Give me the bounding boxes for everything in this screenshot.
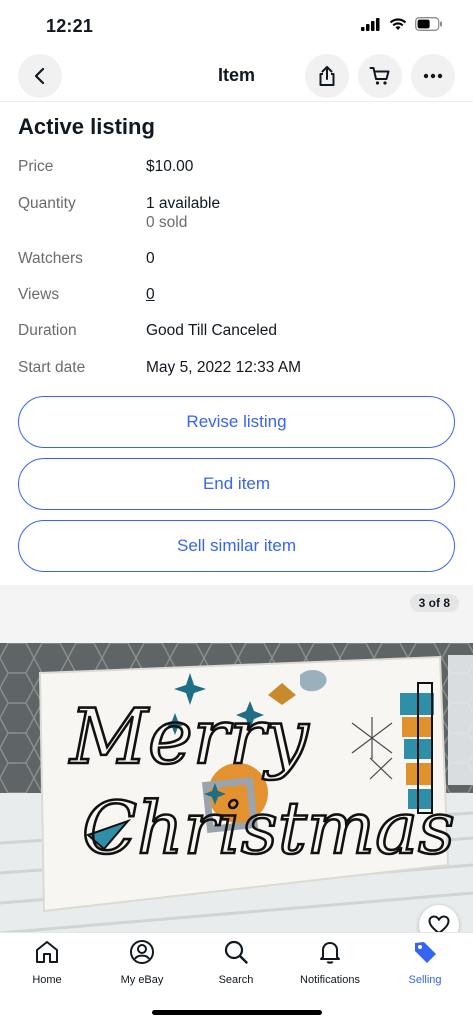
tab-search[interactable]: Search [189,939,283,986]
tab-selling-label: Selling [408,974,442,986]
image-counter: 3 of 8 [409,594,459,612]
home-indicator [152,1010,322,1015]
photo-text-merry: Merry [68,692,309,781]
status-time: 12:21 [46,16,94,36]
tab-bar: Home My eBay Search Notifications Sellin… [0,932,473,1024]
sell-similar-button[interactable]: Sell similar item [18,520,455,572]
tab-home-label: Home [32,974,62,986]
views-link[interactable]: 0 [146,286,155,304]
tab-my-ebay-label: My eBay [120,974,164,986]
search-icon [224,940,248,964]
price-label: Price [18,158,54,175]
quantity-label: Quantity [18,195,76,212]
duration-value: Good Till Canceled [146,322,277,339]
price-value: $10.00 [146,158,194,175]
end-item-button[interactable]: End item [18,458,455,510]
tab-home[interactable]: Home [0,939,94,986]
share-icon [319,66,335,86]
start-date-label: Start date [18,359,86,376]
more-button[interactable] [411,54,455,98]
duration-label: Duration [18,322,77,339]
item-photo[interactable]: Merry Christmas [0,643,473,933]
tab-selling[interactable]: Selling [378,939,472,986]
christmas-sign-illustration: Merry Christmas [0,643,473,933]
bell-icon [320,942,340,964]
more-dots-icon [423,73,443,79]
nav-bar: Item [0,50,473,102]
revise-listing-button[interactable]: Revise listing [18,396,455,448]
profile-icon [130,940,154,964]
share-button[interactable] [305,54,349,98]
watchers-label: Watchers [18,250,83,267]
watchers-value: 0 [146,250,155,267]
photo-text-christmas: Christmas [82,786,455,870]
tab-search-label: Search [218,974,254,986]
home-icon [36,941,58,963]
views-label: Views [18,286,60,303]
tab-my-ebay[interactable]: My eBay [95,939,189,986]
tab-notifications-label: Notifications [300,974,360,986]
signal-icon [361,17,380,31]
cart-icon [369,67,390,85]
tag-icon [415,942,436,963]
section-title: Active listing [18,114,155,139]
page-title: Item [217,65,255,85]
start-date-value: May 5, 2022 12:33 AM [146,359,302,376]
battery-icon [415,17,442,31]
status-icons [361,17,443,31]
wifi-icon [389,18,407,30]
tab-notifications[interactable]: Notifications [283,939,377,986]
quantity-value: 1 available [146,195,221,212]
cart-button[interactable] [358,54,402,98]
status-bar: 12:21 [0,0,473,50]
quantity-sold: 0 sold [146,214,188,231]
